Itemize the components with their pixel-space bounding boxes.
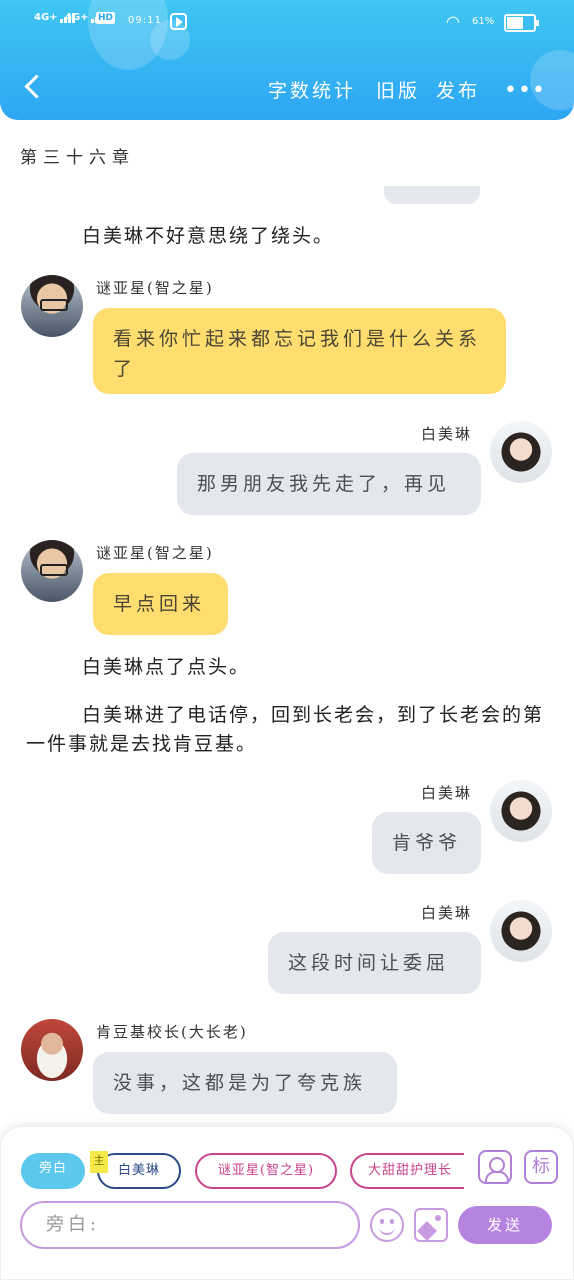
message-bubble[interactable]: 这段时间让委屈	[268, 932, 481, 994]
message-bubble[interactable]: 没事，这都是为了夸克族	[93, 1052, 397, 1114]
partial-message-bubble	[384, 186, 480, 204]
speaker-name: 谜亚星(智之星)	[96, 544, 214, 562]
avatar[interactable]	[490, 421, 552, 483]
message-bubble[interactable]: 早点回来	[93, 573, 228, 635]
battery-icon	[504, 14, 539, 32]
old-version-button[interactable]: 旧版	[376, 76, 420, 103]
speaker-name: 白美琳	[421, 784, 473, 802]
emoji-icon[interactable]	[370, 1208, 404, 1242]
clock: 09:11	[128, 15, 162, 26]
speaker-name: 肯豆基校长(大长老)	[96, 1023, 248, 1041]
avatar[interactable]	[490, 780, 552, 842]
publish-button[interactable]: 发布	[436, 76, 480, 103]
speaker-name: 白美琳	[421, 425, 473, 443]
role-chip-narrator[interactable]: 旁白	[21, 1153, 85, 1189]
send-button[interactable]: 发送	[458, 1206, 552, 1244]
message-bubble[interactable]: 那男朋友我先走了，再见	[177, 453, 481, 515]
wifi-icon: ◠	[446, 12, 460, 31]
battery-fill	[507, 17, 523, 29]
role-chip-datiantian[interactable]: 大甜甜护理长	[350, 1153, 464, 1189]
main-role-tag: 主	[90, 1151, 108, 1173]
avatar[interactable]	[490, 900, 552, 962]
play-icon	[170, 13, 187, 30]
speaker-name: 白美琳	[421, 904, 473, 922]
narration-text[interactable]: 白美琳不好意思绕了绕头。	[26, 222, 550, 251]
avatar[interactable]	[21, 540, 83, 602]
battery-percent: 61%	[472, 16, 495, 27]
message-bubble[interactable]: 看来你忙起来都忘记我们是什么关系了	[93, 308, 506, 394]
chapter-title: 第三十六章	[20, 148, 135, 168]
character-manage-icon[interactable]	[478, 1150, 512, 1184]
message-input[interactable]: 旁白:	[20, 1201, 360, 1249]
narration-text[interactable]: 白美琳点了点头。	[26, 653, 550, 682]
narration-text[interactable]: 白美琳进了电话停，回到长老会，到了长老会的第一件事就是去找肯豆基。	[26, 701, 550, 759]
role-chip-miyaxing[interactable]: 谜亚星(智之星)	[195, 1153, 337, 1189]
message-bubble[interactable]: 肯爷爷	[372, 812, 481, 874]
word-count-button[interactable]: 字数统计	[268, 76, 356, 103]
role-chip-bai-meilin[interactable]: 白美琳	[97, 1153, 181, 1189]
hd-badge: HD	[96, 12, 116, 24]
mark-button[interactable]: 标	[524, 1150, 558, 1184]
image-icon[interactable]	[414, 1208, 448, 1242]
back-button[interactable]	[18, 70, 48, 106]
avatar[interactable]	[21, 275, 83, 337]
top-bar: 4G+ 4G+ HD 09:11 ◠ 61% 字数统计 旧版 发布 •••	[0, 0, 574, 120]
more-icon[interactable]: •••	[504, 78, 546, 103]
status-bar: 4G+ 4G+ HD 09:11 ◠ 61%	[0, 10, 574, 34]
avatar[interactable]	[21, 1019, 83, 1081]
speaker-name: 谜亚星(智之星)	[96, 279, 214, 297]
